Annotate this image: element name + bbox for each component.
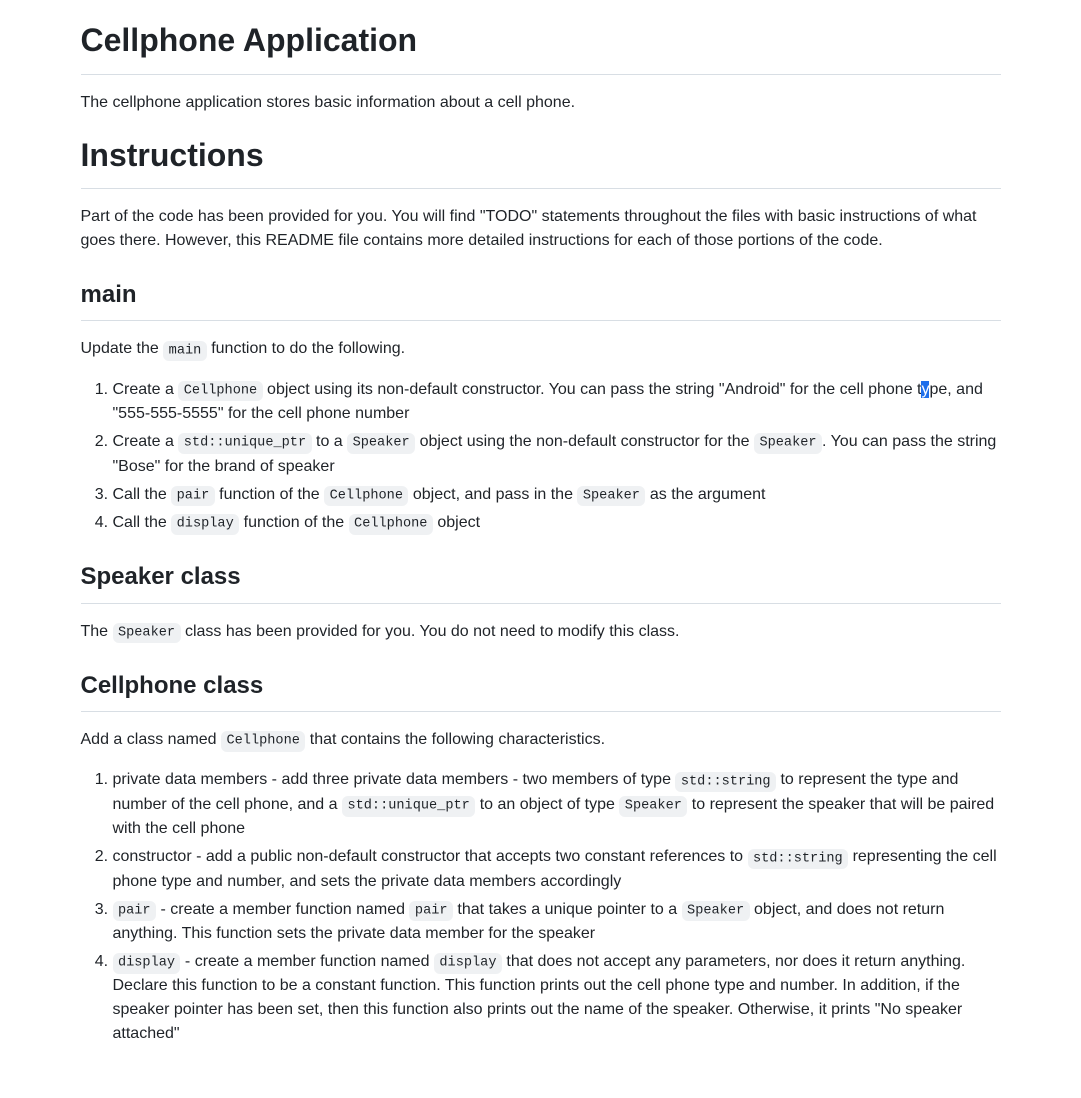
text: object using its non-default constructor… xyxy=(263,381,922,398)
code-cellphone: Cellphone xyxy=(221,731,305,751)
list-item: Call the pair function of the Cellphone … xyxy=(113,483,1001,507)
code-pair: pair xyxy=(409,901,453,921)
code-speaker: Speaker xyxy=(577,486,645,506)
list-item: constructor - add a public non-default c… xyxy=(113,845,1001,893)
code-cellphone: Cellphone xyxy=(178,381,262,401)
list-item: private data members - add three private… xyxy=(113,768,1001,841)
text: Update the xyxy=(81,340,164,357)
cellphone-list: private data members - add three private… xyxy=(81,768,1001,1046)
text: to a xyxy=(312,433,348,450)
list-item: Call the display function of the Cellpho… xyxy=(113,511,1001,535)
instructions-heading: Instructions xyxy=(81,131,1001,190)
text: class has been provided for you. You do … xyxy=(181,623,680,640)
text: The xyxy=(81,623,113,640)
code-speaker: Speaker xyxy=(754,433,822,453)
code-pair: pair xyxy=(171,486,215,506)
list-item: pair - create a member function named pa… xyxy=(113,898,1001,946)
text: that contains the following characterist… xyxy=(305,731,605,748)
text: to an object of type xyxy=(475,796,619,813)
readme-document: Cellphone Application The cellphone appl… xyxy=(81,16,1001,1046)
code-cellphone: Cellphone xyxy=(324,486,408,506)
instructions-paragraph: Part of the code has been provided for y… xyxy=(81,205,1001,253)
main-heading: main xyxy=(81,277,1001,321)
code-pair: pair xyxy=(113,901,157,921)
code-display: display xyxy=(113,953,181,973)
text: Create a xyxy=(113,433,179,450)
cellphone-class-paragraph: Add a class named Cellphone that contain… xyxy=(81,728,1001,752)
code-speaker: Speaker xyxy=(682,901,750,921)
code-main: main xyxy=(163,341,207,361)
text: function to do the following. xyxy=(207,340,405,357)
list-item: Create a Cellphone object using its non-… xyxy=(113,378,1001,426)
speaker-class-paragraph: The Speaker class has been provided for … xyxy=(81,620,1001,644)
code-string: std::string xyxy=(675,772,776,792)
text: Call the xyxy=(113,514,172,531)
text: object, and pass in the xyxy=(408,486,577,503)
code-cellphone: Cellphone xyxy=(349,514,433,534)
code-unique-ptr: std::unique_ptr xyxy=(178,433,311,453)
main-paragraph: Update the main function to do the follo… xyxy=(81,337,1001,361)
code-display: display xyxy=(171,514,239,534)
page-title: Cellphone Application xyxy=(81,16,1001,75)
code-unique-ptr: std::unique_ptr xyxy=(342,796,475,816)
text: private data members - add three private… xyxy=(113,771,676,788)
text: - create a member function named xyxy=(156,901,409,918)
code-speaker: Speaker xyxy=(619,796,687,816)
text: function of the xyxy=(215,486,324,503)
code-speaker: Speaker xyxy=(113,623,181,643)
text: Add a class named xyxy=(81,731,222,748)
text: that takes a unique pointer to a xyxy=(453,901,682,918)
text: Create a xyxy=(113,381,179,398)
text: object using the non-default constructor… xyxy=(415,433,754,450)
main-list: Create a Cellphone object using its non-… xyxy=(81,378,1001,536)
text: function of the xyxy=(239,514,348,531)
code-string: std::string xyxy=(748,849,849,869)
cellphone-class-heading: Cellphone class xyxy=(81,668,1001,712)
text: as the argument xyxy=(645,486,765,503)
text: object xyxy=(433,514,480,531)
intro-paragraph: The cellphone application stores basic i… xyxy=(81,91,1001,115)
text: - create a member function named xyxy=(180,953,433,970)
code-speaker: Speaker xyxy=(347,433,415,453)
code-display: display xyxy=(434,953,502,973)
list-item: Create a std::unique_ptr to a Speaker ob… xyxy=(113,430,1001,478)
list-item: display - create a member function named… xyxy=(113,950,1001,1046)
speaker-class-heading: Speaker class xyxy=(81,559,1001,603)
text: Call the xyxy=(113,486,172,503)
text: constructor - add a public non-default c… xyxy=(113,848,748,865)
